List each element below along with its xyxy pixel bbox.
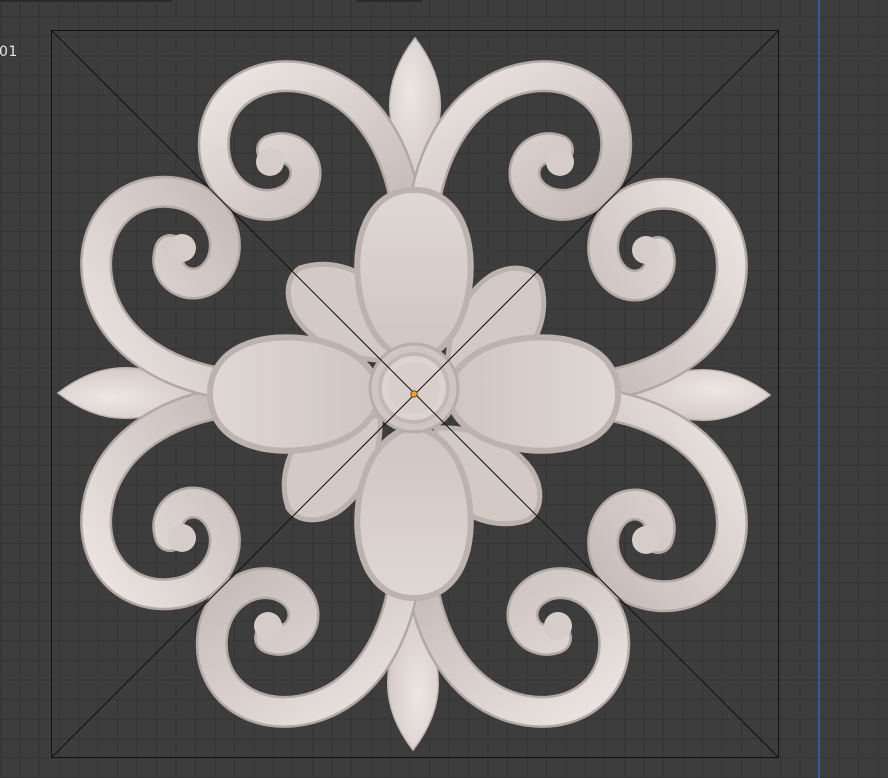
- 3d-viewport[interactable]: 01: [0, 0, 888, 778]
- origin-dot-icon: [410, 390, 418, 398]
- camera-frame: [0, 0, 888, 778]
